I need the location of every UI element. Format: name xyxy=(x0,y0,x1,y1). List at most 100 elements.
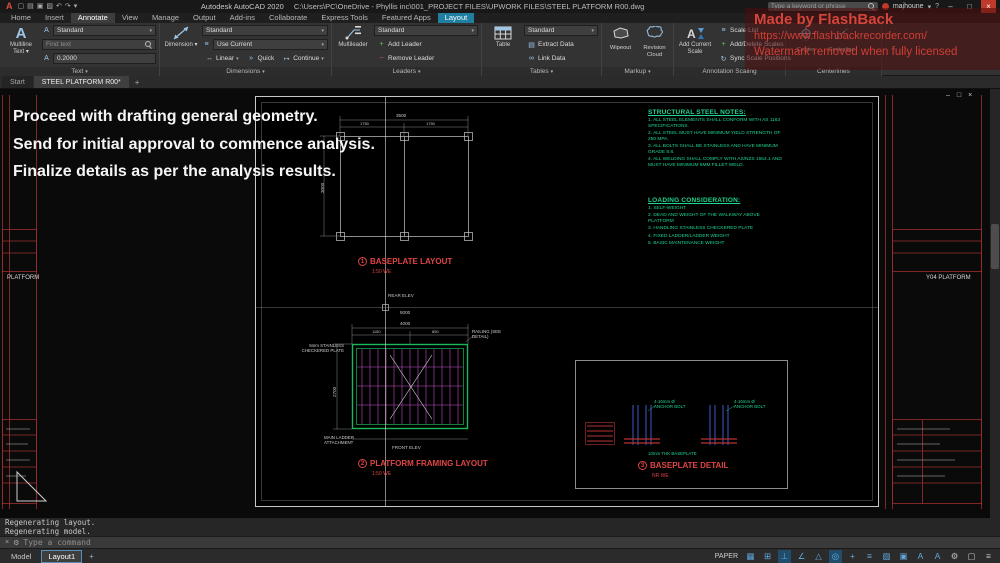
tab-insert[interactable]: Insert xyxy=(38,13,71,23)
anchor-bolt-note-1: 4-16mm Ø ANCHOR BOLT xyxy=(654,399,686,410)
remove-leader-button[interactable]: − Remove Leader xyxy=(374,53,437,65)
command-customize-icon[interactable]: ⚙ xyxy=(13,539,19,547)
object-snap-tracking-icon[interactable]: + xyxy=(846,550,859,563)
left-sheet-title: PLATFORM xyxy=(7,275,40,281)
open-icon[interactable]: ▤ xyxy=(27,0,34,13)
dim-layer-dropdown[interactable]: Use Current ▾ xyxy=(213,39,328,50)
new-drawing-tab-button[interactable]: + xyxy=(130,76,145,88)
vertical-scrollbar[interactable] xyxy=(990,89,1000,518)
isometric-drafting-icon[interactable]: △ xyxy=(812,550,825,563)
dim-850: 850 xyxy=(432,329,439,334)
viewport-close-icon[interactable]: × xyxy=(968,92,972,100)
continue-dimension-button[interactable]: ↦ Continue ▾ xyxy=(279,53,327,65)
chevron-down-icon: ▾ xyxy=(591,27,594,34)
lineweight-icon[interactable]: ≡ xyxy=(863,550,876,563)
drawing-viewport[interactable]: Proceed with drafting general geometry. … xyxy=(0,89,1000,518)
revision-cloud-button[interactable]: Revision Cloud xyxy=(639,24,670,66)
table-style-dropdown[interactable]: Standard ▾ xyxy=(524,25,598,36)
wipeout-button[interactable]: Wipeout xyxy=(605,24,636,66)
grid-display-icon[interactable]: ▦ xyxy=(744,550,757,563)
tab-output[interactable]: Output xyxy=(186,13,223,23)
loading-note-item: 5. BASIC MAINTENANCE WEIGHT xyxy=(648,240,725,246)
viewport-maximize-icon[interactable]: □ xyxy=(957,92,961,100)
plot-icon[interactable]: ▨ xyxy=(46,0,53,13)
tab-manage[interactable]: Manage xyxy=(145,13,186,23)
chevron-down-icon: ▾ xyxy=(321,41,324,48)
command-close-icon[interactable]: × xyxy=(5,539,9,546)
redo-icon[interactable]: ↷ xyxy=(65,0,71,13)
qat-chevron-down-icon[interactable]: ▾ xyxy=(74,0,78,13)
transparency-icon[interactable]: ▨ xyxy=(880,550,893,563)
extract-data-icon: ▤ xyxy=(528,41,535,49)
link-data-icon: ∞ xyxy=(529,55,534,62)
steel-note-item: 1. ALL STEEL ELEMENTS SHALL CONFORM WITH… xyxy=(648,118,781,129)
panel-footer-leaders[interactable]: Leaders ▾ xyxy=(332,67,481,76)
dimension-button[interactable]: Dimension ▾ xyxy=(163,24,199,66)
statusbar: Model Layout1 + PAPER ▦ ⊞ ⊥ ∠ △ ◎ + ≡ ▨ … xyxy=(0,548,1000,563)
multiline-label-1: Multiline xyxy=(9,42,32,48)
command-history: Regenerating layout. Regenerating model. xyxy=(0,518,1000,536)
command-input[interactable] xyxy=(23,538,995,547)
railing-note: RAILING (SEE DETAIL) xyxy=(472,329,502,340)
tab-home[interactable]: Home xyxy=(4,13,38,23)
chevron-down-icon: ▾ xyxy=(648,69,651,75)
watermark-url[interactable]: https://www.flashbackrecorder.com/ xyxy=(754,29,991,44)
add-current-scale-button[interactable]: A Add Current Scale xyxy=(677,24,713,66)
workspace-gear-icon[interactable]: ⚙ xyxy=(948,550,961,563)
dimstyle-dropdown[interactable]: Standard ▾ xyxy=(202,25,328,36)
file-tab-start[interactable]: Start xyxy=(2,76,33,88)
panel-footer-dimensions[interactable]: Dimensions ▾ xyxy=(160,67,331,76)
autocad-window: Made by FlashBack https://www.flashbackr… xyxy=(0,0,1000,563)
extract-data-button[interactable]: ▤ Extract Data xyxy=(524,39,577,51)
annotation-visibility-icon[interactable]: A xyxy=(914,550,927,563)
tab-express-tools[interactable]: Express Tools xyxy=(314,13,375,23)
clean-screen-icon[interactable]: ▢ xyxy=(965,550,978,563)
overlay-line-2: Send for initial approval to commence an… xyxy=(13,135,375,153)
layout1-tab[interactable]: Layout1 xyxy=(41,549,83,563)
multiline-text-button[interactable]: A Multiline Text ▾ xyxy=(3,24,39,66)
find-text-input[interactable] xyxy=(46,41,143,48)
quick-dimension-button[interactable]: » Quick xyxy=(244,53,278,65)
add-leader-button[interactable]: + Add Leader xyxy=(374,39,425,51)
snap-mode-icon[interactable]: ⊞ xyxy=(761,550,774,563)
tab-addins[interactable]: Add-ins xyxy=(223,13,262,23)
autoscale-icon[interactable]: A xyxy=(931,550,944,563)
link-data-button[interactable]: ∞ Link Data xyxy=(524,53,568,65)
new-icon[interactable]: ▢ xyxy=(18,0,25,13)
customization-icon[interactable]: ≡ xyxy=(982,550,995,563)
find-text-field[interactable] xyxy=(42,39,156,50)
autocad-logo-icon[interactable]: A xyxy=(4,0,15,13)
panel-footer-markup[interactable]: Markup ▾ xyxy=(602,67,673,76)
tab-collaborate[interactable]: Collaborate xyxy=(262,13,314,23)
selection-cycling-icon[interactable]: ▣ xyxy=(897,550,910,563)
save-icon[interactable]: ▣ xyxy=(37,0,44,13)
ortho-mode-icon[interactable]: ⊥ xyxy=(778,549,791,563)
tab-view[interactable]: View xyxy=(115,13,145,23)
tab-layout[interactable]: Layout xyxy=(437,13,475,23)
tab-featured-apps[interactable]: Featured Apps xyxy=(375,13,438,23)
model-tab[interactable]: Model xyxy=(5,550,37,563)
multileader-button[interactable]: Multileader xyxy=(335,24,371,66)
table-button[interactable]: Table xyxy=(485,24,521,66)
app-title: Autodesk AutoCAD 2020 xyxy=(200,2,284,11)
panel-footer-text[interactable]: Text ▾ xyxy=(0,67,159,76)
multiline-label-2: Text xyxy=(13,48,25,55)
new-layout-button[interactable]: + xyxy=(86,552,97,561)
paper-space-toggle[interactable]: PAPER xyxy=(715,553,738,560)
file-tab-drawing[interactable]: STEEL PLATFORM R00* xyxy=(33,76,129,88)
viewport-minimize-icon[interactable]: – xyxy=(946,92,950,100)
text-height-field[interactable]: 0.2000 xyxy=(53,53,156,64)
text-style-dropdown[interactable]: Standard ▾ xyxy=(53,25,156,36)
baseplate-layout-scale: 1:50 WE xyxy=(372,269,392,275)
history-line-1: Regenerating layout. xyxy=(5,518,96,527)
polar-tracking-icon[interactable]: ∠ xyxy=(795,550,808,563)
framing-layout-title: 2 PLATFORM FRAMING LAYOUT xyxy=(358,459,488,468)
tab-annotate[interactable]: Annotate xyxy=(70,13,115,23)
mleader-style-dropdown[interactable]: Standard ▾ xyxy=(374,25,478,36)
flashback-watermark: Made by FlashBack https://www.flashbackr… xyxy=(745,8,1000,70)
panel-footer-tables[interactable]: Tables ▾ xyxy=(482,67,601,76)
undo-icon[interactable]: ↶ xyxy=(56,0,62,13)
linear-dimension-button[interactable]: ↔ Linear ▾ xyxy=(202,53,242,65)
object-snap-icon[interactable]: ◎ xyxy=(829,549,842,563)
scrollbar-thumb[interactable] xyxy=(991,224,999,269)
